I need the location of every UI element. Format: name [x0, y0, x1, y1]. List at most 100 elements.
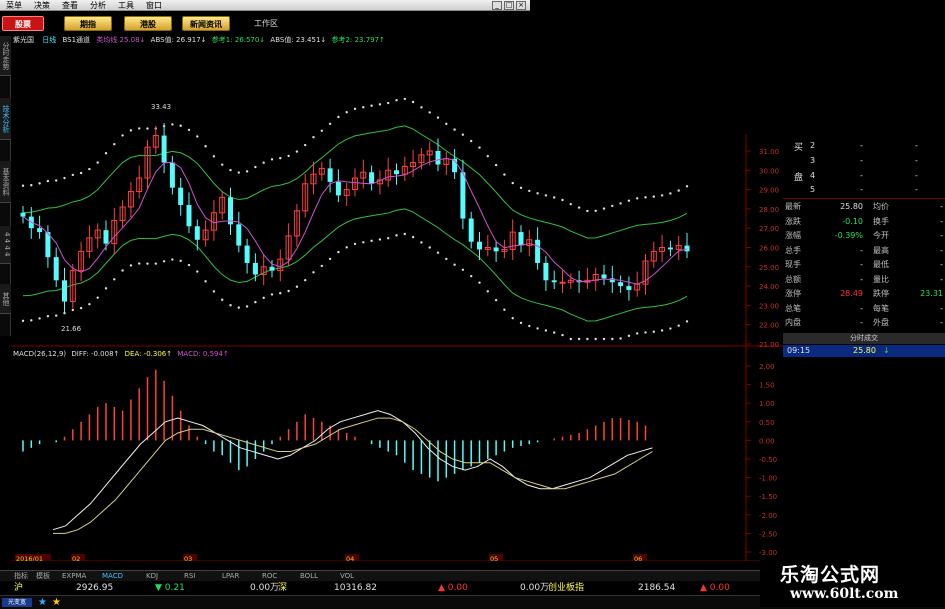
lower-band-dot — [636, 332, 639, 335]
lower-band-dot — [445, 257, 448, 261]
lower-band-dot — [304, 278, 307, 282]
tab-expma[interactable]: EXPMA — [62, 571, 86, 582]
candle-body — [468, 218, 474, 242]
lower-band-dot — [519, 321, 523, 325]
tab-kdj[interactable]: KDJ — [146, 571, 158, 582]
sz-volume: 0.00万 — [520, 583, 550, 593]
quote-row: 涨幅 -0.39% 今开 - — [783, 230, 945, 241]
upper-band-dot — [279, 156, 282, 160]
upper-band-dot — [287, 154, 290, 158]
minimize-icon[interactable]: _ — [492, 1, 502, 10]
tab-模板[interactable]: 模板 — [36, 571, 50, 582]
stock-button[interactable]: 股票 — [2, 16, 44, 31]
upper-band-dot — [79, 171, 83, 175]
candle-body — [460, 172, 466, 219]
candle-body — [626, 286, 632, 290]
quote-value: - — [940, 318, 943, 327]
upper-band-dot — [304, 143, 307, 147]
price-tick-label: 26.00 — [759, 245, 779, 253]
candle-body — [236, 224, 242, 246]
lower-band-dot — [212, 290, 216, 293]
price-tick-label: 24.00 — [759, 283, 779, 291]
tab-technical[interactable]: 技术分析 — [0, 98, 11, 140]
upper-band-dot — [71, 173, 74, 177]
upper-band-dot — [586, 209, 589, 213]
quote-value: -0.10 — [842, 216, 863, 226]
menu-item-view[interactable]: 查看 — [56, 0, 84, 11]
status-button[interactable]: 光变宽 — [2, 598, 32, 607]
quote-label: 每笔 — [873, 303, 889, 313]
sh-label: 沪 — [14, 583, 24, 593]
candle-body — [161, 135, 167, 163]
upper-band-dot — [295, 150, 299, 153]
tab-boll[interactable]: BOLL — [300, 571, 318, 582]
lower-band-dot — [387, 236, 390, 240]
upper-band-dot — [660, 194, 664, 197]
news-button[interactable]: 新闻资讯 — [182, 16, 230, 31]
watermark: 乐淘公式网 www.60lt.com — [760, 555, 945, 607]
upper-band-dot — [146, 127, 149, 130]
macd-tick-label: -0.50 — [759, 456, 777, 464]
candle-body — [252, 262, 258, 275]
maximize-icon[interactable]: □ — [504, 1, 514, 10]
upper-band-dot — [436, 116, 440, 119]
trade-row[interactable]: 09:15 25.80 ↓ — [783, 345, 945, 357]
macd-tick-label: 1.50 — [759, 382, 775, 390]
tab-rsi[interactable]: RSI — [184, 571, 195, 582]
tab-other[interactable]: 其他 — [0, 284, 11, 314]
upper-band-dot — [30, 184, 33, 187]
tab-level[interactable]: 4 4 4 4 — [0, 226, 11, 264]
upper-band-dot — [602, 207, 606, 210]
upper-band-dot — [229, 168, 232, 172]
trade-header[interactable]: 分时成交 — [783, 333, 945, 344]
star-icon-2[interactable]: ★ — [52, 597, 61, 608]
futures-button[interactable]: 期指 — [64, 16, 112, 31]
tab-macd[interactable]: MACD — [102, 571, 123, 582]
menu-item-analysis[interactable]: 分析 — [84, 0, 112, 11]
tab-roc[interactable]: ROC — [262, 571, 277, 582]
quote-label: 最高 — [873, 245, 889, 255]
tab-intraday[interactable]: 分时走势 — [0, 36, 11, 76]
kline-chart[interactable]: 31.00 30.00 29.00 28.00 27.00 26.00 25.00 24.00… — [11, 34, 783, 561]
upper-band-dot — [453, 128, 456, 131]
tab-lpar[interactable]: LPAR — [222, 571, 239, 582]
price-tick-label: 21.00 — [759, 341, 779, 349]
watermark-url: www.60lt.com — [790, 586, 899, 602]
upper-band-dot — [245, 170, 249, 173]
candle-body — [493, 247, 499, 252]
workarea-label[interactable]: 工作区 — [254, 18, 278, 29]
sh-index: 2926.95 — [76, 583, 114, 593]
macd-value: MACD: 0.594↑ — [177, 350, 229, 358]
ref1-label: 参考1: — [211, 36, 233, 44]
upper-band-dot — [411, 100, 415, 104]
star-icon[interactable]: ★ — [38, 597, 47, 608]
lower-band-dot — [528, 324, 531, 328]
upper-band-dot — [262, 161, 265, 164]
tab-fundamentals[interactable]: 基本资料 — [0, 161, 11, 203]
lower-band-dot — [287, 289, 290, 293]
lower-band-dot — [229, 304, 232, 307]
close-icon[interactable]: × — [516, 1, 526, 10]
hk-stock-button[interactable]: 港股 — [124, 16, 172, 31]
tab-vol[interactable]: VOL — [340, 571, 354, 582]
tab-指标[interactable]: 指标 — [14, 571, 28, 582]
menu-item-menu[interactable]: 菜单 — [0, 0, 28, 11]
menu-item-tools[interactable]: 工具 — [112, 0, 140, 11]
stock-name: 紫光国 — [13, 36, 34, 44]
lower-band-dot — [685, 320, 689, 323]
candle-body — [269, 266, 275, 271]
abs1-label: ABS值: — [150, 36, 174, 44]
quote-row: 内盘 - 外盘 - — [783, 317, 945, 328]
upper-band-dot — [445, 122, 448, 126]
quote-label: 总笔 — [785, 303, 801, 313]
dea-line — [53, 417, 653, 534]
menu-item-decision[interactable]: 决策 — [28, 0, 56, 11]
macd-header: MACD(26,12,9) DIFF: -0.008↑ DEA: -0.306↑… — [13, 350, 229, 358]
lower-band-dot — [478, 281, 481, 284]
candle-body — [20, 212, 26, 217]
diff-value: DIFF: -0.008↑ — [71, 350, 120, 358]
menu-item-window[interactable]: 窗口 — [140, 0, 168, 11]
trade-price: 25.80 — [853, 346, 876, 355]
upper-band-dot — [428, 111, 431, 114]
date-label: 02 — [72, 555, 80, 561]
